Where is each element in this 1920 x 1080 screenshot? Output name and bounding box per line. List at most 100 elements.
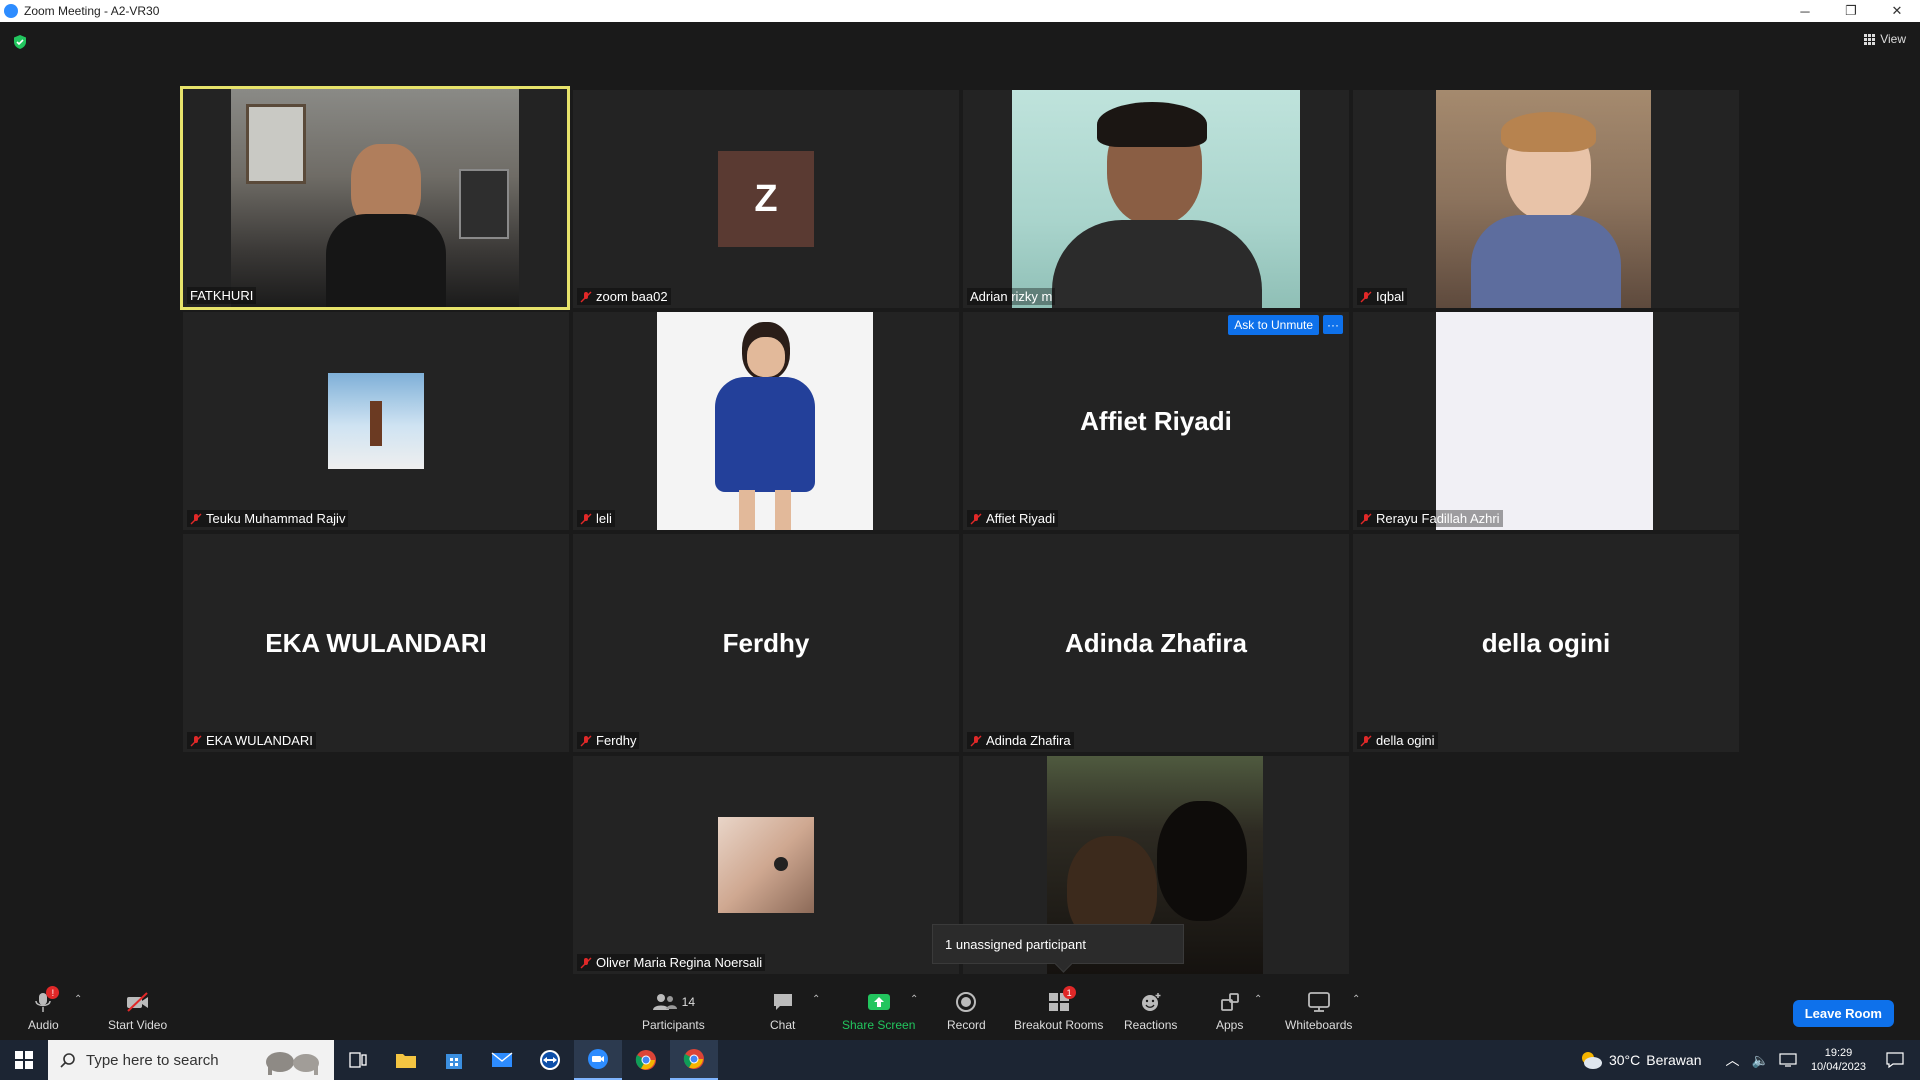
leave-room-button[interactable]: Leave Room [1792,1000,1894,1027]
participant-name: Iqbal [1376,289,1405,304]
weather-temperature: 30°C [1608,1052,1641,1068]
participants-button[interactable]: 14 Participants [642,990,705,1032]
title-bar: Zoom Meeting - A2-VR30 ─ ❐ ✕ [0,0,1920,22]
notifications-icon[interactable] [1886,1052,1904,1068]
restore-button[interactable]: ❐ [1828,0,1874,22]
share-options-caret-icon[interactable]: ⌃ [910,994,918,1005]
teamviewer-icon [540,1050,560,1070]
cloudy-weather-icon [1581,1052,1602,1069]
zoom-app-icon [4,4,18,18]
nameplate: Ferdhy [577,732,640,749]
nameplate: Iqbal [1357,288,1408,305]
participant-tile-iqbal[interactable]: Iqbal [1353,90,1739,308]
task-view-button[interactable] [334,1040,382,1080]
participant-tile-affiet[interactable]: Affiet Riyadi Ask to Unmute ··· Affiet R… [963,312,1349,530]
zoom-taskbar-button[interactable] [574,1040,622,1080]
nameplate: Adrian rizky m [967,288,1056,305]
participant-video [1012,90,1300,308]
chrome-icon [635,1050,656,1070]
minimize-button[interactable]: ─ [1782,0,1828,22]
audio-button[interactable]: ! Audio [28,986,60,1032]
whiteboards-label: Whiteboards [1285,1018,1353,1032]
search-placeholder: Type here to search [86,1051,219,1069]
whiteboards-button[interactable]: Whiteboards [1285,990,1352,1032]
muted-mic-icon [1360,735,1372,746]
participant-tile-adrian[interactable]: Adrian rizky m [963,90,1349,308]
grid-icon [1864,33,1876,45]
audio-label: Audio [28,1018,59,1032]
breakout-rooms-button[interactable]: 1 Breakout Rooms [1014,986,1103,1032]
chat-icon [773,994,792,1010]
speaker-icon[interactable]: 🔈 [1752,1052,1769,1069]
security-shield-icon[interactable] [12,34,28,50]
chat-button[interactable]: Chat [770,990,795,1032]
reactions-button[interactable]: Reactions [1124,990,1177,1032]
whiteboards-options-caret-icon[interactable]: ⌃ [1352,994,1360,1005]
breakout-badge: 1 [1062,986,1076,999]
record-icon [956,992,977,1012]
participant-name: Adrian rizky m [970,289,1053,304]
apps-icon-wrap [1219,990,1241,1014]
participant-name: Rerayu Fadillah Azhri [1376,511,1500,526]
weather-widget[interactable]: 30°C Berawan [1579,1050,1702,1070]
apps-options-caret-icon[interactable]: ⌃ [1254,994,1262,1005]
apps-button[interactable]: Apps [1216,990,1243,1032]
window-controls: ─ ❐ ✕ [1782,0,1920,22]
participant-name: della ogini [1376,733,1435,748]
record-button[interactable]: Record [947,990,986,1032]
participant-tile-della[interactable]: della ogini della ogini [1353,534,1739,752]
close-button[interactable]: ✕ [1874,0,1920,22]
muted-mic-icon [580,957,592,968]
participant-name: Adinda Zhafira [986,733,1071,748]
reactions-label: Reactions [1124,1018,1178,1032]
muted-mic-icon [970,513,982,524]
participant-display-name: Affiet Riyadi [1080,405,1232,436]
mail-button[interactable] [478,1040,526,1080]
muted-mic-icon [1360,291,1372,302]
nameplate: della ogini [1357,732,1438,749]
whiteboard-icon [1307,992,1330,1012]
participant-tile-teuku[interactable]: Teuku Muhammad Rajiv [183,312,569,530]
participant-tile-zoom-baa02[interactable]: Z zoom baa02 [573,90,959,308]
file-explorer-button[interactable] [382,1040,430,1080]
record-icon-wrap [955,990,977,1014]
participant-name: FATKHURI [190,288,254,303]
participant-tile-fatkhuri[interactable]: FATKHURI [180,86,570,310]
view-button[interactable]: View [1864,32,1906,46]
chrome-button[interactable] [622,1040,670,1080]
share-screen-button[interactable]: Share Screen [842,990,915,1032]
elephant-icon [266,1052,319,1075]
profile-photo [718,817,814,913]
start-video-button[interactable]: Start Video [108,990,167,1032]
participant-tile-leli[interactable]: leli [573,312,959,530]
clock[interactable]: 19:29 10/04/2023 [1811,1046,1866,1074]
participant-tile-eka[interactable]: EKA WULANDARI EKA WULANDARI [183,534,569,752]
start-button[interactable] [0,1040,48,1080]
show-hidden-icons-chevron-icon[interactable]: ︿ [1726,1050,1740,1070]
window-title: Zoom Meeting - A2-VR30 [24,4,160,18]
nameplate: EKA WULANDARI [187,732,316,749]
participant-name: leli [596,511,612,526]
participant-tile-ferdhy[interactable]: Ferdhy Ferdhy [573,534,959,752]
more-options-button[interactable]: ··· [1323,315,1343,334]
audio-warning-badge: ! [46,986,60,999]
teamviewer-button[interactable] [526,1040,574,1080]
participant-tile-oliver[interactable]: Oliver Maria Regina Noersali [573,756,959,974]
store-icon [446,1054,462,1069]
unassigned-participant-tooltip[interactable]: 1 unassigned participant [932,924,1184,964]
audio-options-caret-icon[interactable]: ⌃ [74,994,82,1005]
participant-video [1436,90,1651,308]
participants-label: Participants [642,1018,705,1032]
muted-mic-icon [970,735,982,746]
share-icon-wrap [867,990,891,1014]
ask-to-unmute-button[interactable]: Ask to Unmute [1228,315,1319,335]
participant-tile-adinda[interactable]: Adinda Zhafira Adinda Zhafira [963,534,1349,752]
nameplate: FATKHURI [187,287,257,304]
chat-options-caret-icon[interactable]: ⌃ [812,994,820,1005]
taskbar-search-box[interactable]: Type here to search [48,1040,334,1080]
chrome-profile-button[interactable] [670,1040,718,1080]
reactions-icon [1141,993,1161,1011]
network-icon[interactable] [1779,1053,1797,1067]
participant-tile-rerayu[interactable]: Rerayu Fadillah Azhri [1353,312,1739,530]
store-button[interactable] [430,1040,478,1080]
